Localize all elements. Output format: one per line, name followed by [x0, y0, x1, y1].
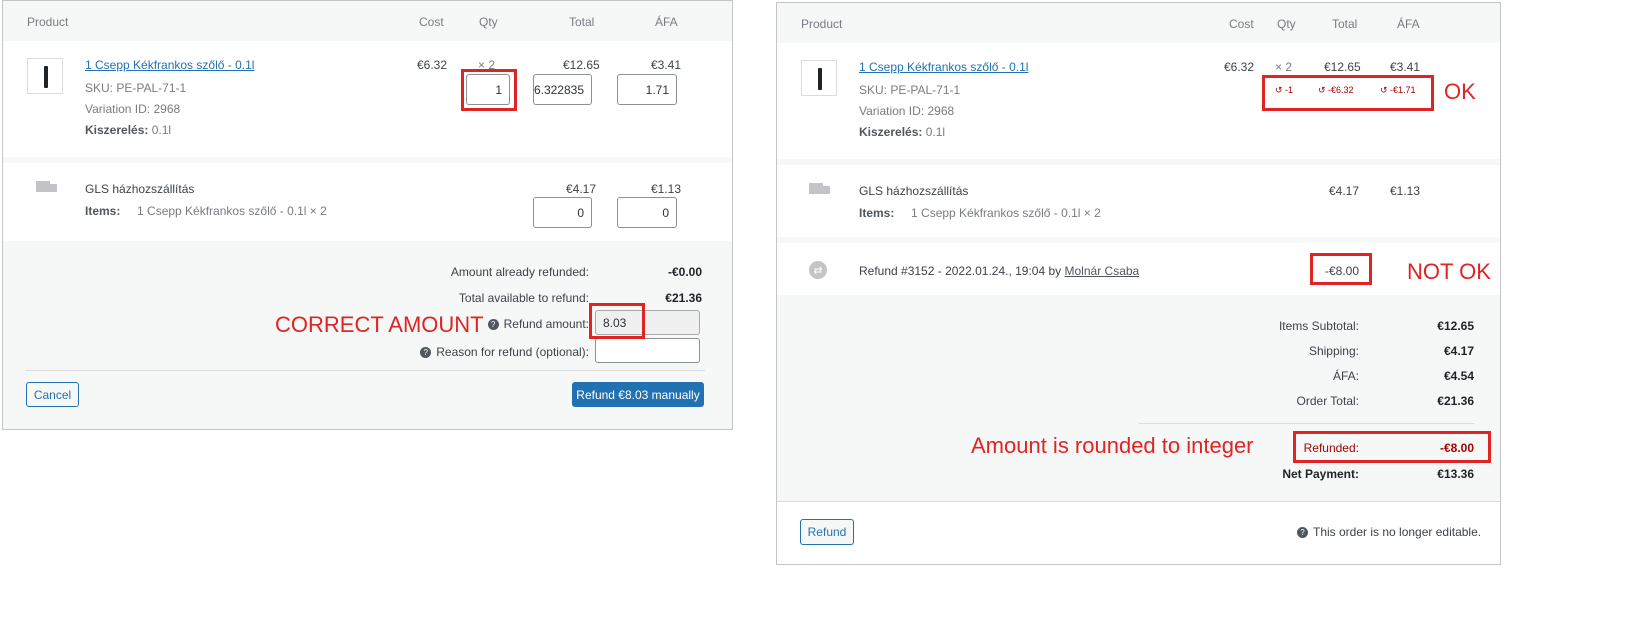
- header-qty: Qty: [1277, 17, 1296, 31]
- tax-total-label: ÁFA:: [1332, 369, 1359, 383]
- net-payment-label: Net Payment:: [1282, 467, 1359, 481]
- right-refund-panel: Product Cost Qty Total ÁFA 1 Csepp Kékfr…: [776, 2, 1501, 565]
- help-icon: ?: [420, 347, 432, 358]
- shipping-name: GLS házhozszállítás: [859, 184, 969, 198]
- reason-label: ? Reason for refund (optional):: [383, 345, 589, 359]
- header-product: Product: [27, 15, 69, 29]
- item-tax: €3.41: [651, 58, 682, 72]
- shipping-total-value: €4.17: [1443, 344, 1474, 358]
- shipping-name: GLS házhozszállítás: [85, 182, 195, 196]
- product-link[interactable]: 1 Csepp Kékfrankos szőlő - 0.1l: [85, 58, 254, 72]
- shipping-items: Items: 1 Csepp Kékfrankos szőlő - 0.1l ×…: [85, 204, 327, 218]
- help-icon: ?: [1297, 527, 1308, 538]
- sku-line: SKU: PE-PAL-71-1: [85, 81, 187, 95]
- sku-line: SKU: PE-PAL-71-1: [859, 83, 961, 97]
- items-subtotal-label: Items Subtotal:: [1278, 319, 1359, 333]
- annotation-ok: OK: [1444, 79, 1476, 104]
- variation-line: Variation ID: 2968: [85, 102, 181, 116]
- highlight-amount-box: [589, 303, 645, 339]
- left-refund-panel: Product Cost Qty Total ÁFA 1 Csepp Kékfr…: [2, 0, 733, 430]
- cancel-button[interactable]: Cancel: [26, 382, 79, 407]
- item-cost: €6.32: [1224, 60, 1255, 74]
- header-total: Total: [569, 15, 595, 29]
- shipping-tax: €1.13: [651, 182, 682, 196]
- already-refunded-label: Amount already refunded:: [450, 265, 589, 279]
- highlight-qty-box: [461, 69, 517, 111]
- item-tax: €3.41: [1390, 60, 1421, 74]
- header-tax: ÁFA: [1397, 17, 1420, 31]
- highlight-refunded-total-box: [1293, 431, 1491, 463]
- truck-icon: [809, 183, 831, 197]
- shipping-total: €4.17: [566, 182, 597, 196]
- shipping-total-label: Shipping:: [1308, 344, 1359, 358]
- truck-icon: [36, 181, 58, 195]
- highlight-refund-row-box: [1310, 253, 1372, 285]
- header-cost: Cost: [1229, 17, 1254, 31]
- product-link[interactable]: 1 Csepp Kékfrankos szőlő - 0.1l: [859, 60, 1028, 74]
- header-tax: ÁFA: [655, 15, 678, 29]
- item-total: €12.65: [563, 58, 600, 72]
- header-product: Product: [801, 17, 843, 31]
- annotation-not-ok: NOT OK: [1407, 259, 1491, 284]
- annotation-rounded: Amount is rounded to integer: [971, 433, 1254, 458]
- order-total-label: Order Total:: [1296, 394, 1359, 408]
- header-cost: Cost: [419, 15, 444, 29]
- item-cost: €6.32: [417, 58, 448, 72]
- refund-shipping-total-input[interactable]: 0: [533, 197, 592, 228]
- net-payment-value: €13.36: [1437, 467, 1474, 481]
- tax-total-value: €4.54: [1443, 369, 1474, 383]
- order-total-value: €21.36: [1437, 394, 1474, 408]
- not-editable-note: ? This order is no longer editable.: [1297, 525, 1481, 539]
- shipping-total: €4.17: [1329, 184, 1360, 198]
- header-total: Total: [1332, 17, 1358, 31]
- refund-line-tax-input[interactable]: 1.71: [617, 74, 677, 105]
- highlight-refunded-line-box: [1262, 75, 1434, 111]
- shipping-tax: €1.13: [1390, 184, 1421, 198]
- refund-author[interactable]: Molnár Csaba: [1065, 264, 1140, 278]
- refund-manually-button[interactable]: Refund €8.03 manually: [572, 382, 704, 407]
- shipping-row: [777, 165, 1500, 237]
- attribute-line: Kiszerelés: 0.1l: [85, 123, 172, 137]
- product-thumbnail: [801, 60, 837, 96]
- item-total: €12.65: [1324, 60, 1361, 74]
- refund-shipping-tax-input[interactable]: 0: [617, 197, 677, 228]
- header-qty: Qty: [479, 15, 498, 29]
- already-refunded-value: -€0.00: [667, 265, 702, 279]
- refund-button[interactable]: Refund: [800, 519, 854, 545]
- help-icon: ?: [487, 319, 499, 330]
- reason-input[interactable]: [595, 338, 700, 363]
- available-refund-label: Total available to refund:: [458, 291, 589, 305]
- items-subtotal-value: €12.65: [1437, 319, 1474, 333]
- shipping-items: Items: 1 Csepp Kékfrankos szőlő - 0.1l ×…: [859, 206, 1101, 220]
- attribute-line: Kiszerelés: 0.1l: [859, 125, 946, 139]
- refund-icon: ⇄: [809, 261, 827, 279]
- item-qty: × 2: [1275, 60, 1293, 74]
- refund-line-total-input[interactable]: 6.322835: [533, 74, 592, 105]
- refund-description: Refund #3152 - 2022.01.24., 19:04 by Mol…: [859, 264, 1140, 278]
- variation-line: Variation ID: 2968: [859, 104, 955, 118]
- annotation-correct-amount: CORRECT AMOUNT: [275, 312, 484, 337]
- product-thumbnail: [27, 58, 63, 94]
